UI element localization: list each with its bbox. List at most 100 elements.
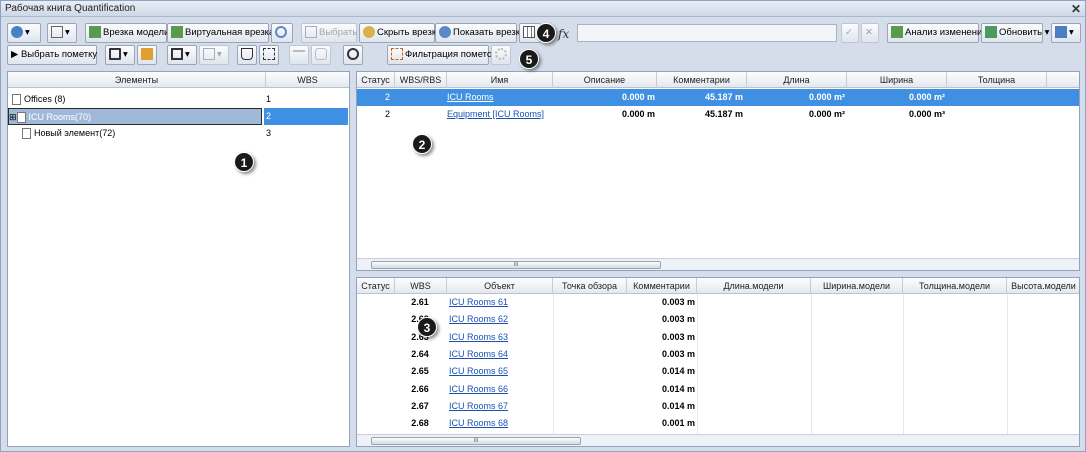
- object-row[interactable]: 2.67 ICU Rooms 67 0.014 m: [357, 398, 1079, 415]
- object-link[interactable]: ICU Rooms 63: [447, 329, 551, 346]
- object-row[interactable]: 2.63 ICU Rooms 63 0.003 m: [357, 329, 1079, 346]
- cancel-formula-button[interactable]: ✕: [861, 23, 879, 43]
- tree-row-wbs: 1: [266, 94, 272, 104]
- callout-badge-4: 4: [536, 23, 556, 43]
- object-link[interactable]: ICU Rooms 64: [447, 346, 551, 363]
- elements-tree-panel: Элементы WBS Offices (8) 1 ⊞ ICU Rooms(70…: [7, 71, 350, 447]
- formula-input[interactable]: [577, 24, 837, 42]
- item-name-link[interactable]: Equipment [ICU Rooms]: [447, 109, 544, 119]
- virtual-takeoff-button[interactable]: Виртуальная врезка ▾: [167, 23, 282, 43]
- model-takeoff-button[interactable]: Врезка модели ▾: [85, 23, 177, 43]
- header-model-width[interactable]: Ширина.модели: [811, 278, 903, 294]
- close-icon[interactable]: ✕: [1071, 1, 1081, 17]
- object-link[interactable]: ICU Rooms 61: [447, 294, 551, 311]
- item-name-link[interactable]: ICU Rooms: [447, 92, 494, 102]
- object-link[interactable]: ICU Rooms 68: [447, 415, 551, 432]
- header-wbs[interactable]: WBS: [395, 278, 447, 294]
- callout-badge-2: 2: [412, 134, 432, 154]
- view-dropdown-button[interactable]: ▾: [47, 23, 77, 43]
- virtual-takeoff-icon: [171, 26, 183, 39]
- select-mark-button[interactable]: ▶ Выбрать пометку: [7, 45, 97, 65]
- items-panel: Статус WBS/RBS Имя Описание Комментарии …: [356, 71, 1080, 271]
- object-comment: 0.003 m: [661, 297, 695, 307]
- object-row[interactable]: 2.66 ICU Rooms 66 0.014 m: [357, 381, 1079, 398]
- header-length[interactable]: Длина: [747, 72, 847, 88]
- header-wbs-rbs[interactable]: WBS/RBS: [395, 72, 447, 88]
- object-row[interactable]: 2.64 ICU Rooms 64 0.003 m: [357, 346, 1079, 363]
- item-name-cell: Equipment [ICU Rooms]: [447, 106, 553, 123]
- filter-settings-button[interactable]: [491, 45, 511, 65]
- object-comment-cell: 0.001 m: [627, 415, 695, 432]
- header-object[interactable]: Объект: [447, 278, 553, 294]
- mark-settings-button[interactable]: [137, 45, 157, 65]
- object-row[interactable]: 2.62ICU Rooms 620.003 m: [357, 311, 1079, 328]
- filter-marks-button[interactable]: Фильтрация пометок: [387, 45, 496, 65]
- refresh-takeoff-button[interactable]: [271, 23, 293, 43]
- mark-tool-dropdown-button[interactable]: ▾: [105, 45, 135, 65]
- update-icon: [985, 26, 997, 39]
- object-row[interactable]: 2.61 ICU Rooms 61 0.003 m: [357, 294, 1079, 311]
- tree-row-selected[interactable]: ⊞ ICU Rooms(70) 2: [8, 108, 349, 125]
- select-box-button[interactable]: [259, 45, 279, 65]
- items-row-selected[interactable]: 2 ICU Rooms 0.000 m 45.187 m 0.000 m² 0.…: [357, 89, 1079, 106]
- export-dropdown-button[interactable]: ▾: [1051, 23, 1081, 43]
- header-thickness[interactable]: Толщина: [947, 72, 1047, 88]
- bucket-icon: [241, 48, 253, 61]
- object-link-cell: ICU Rooms 63: [447, 329, 551, 346]
- accept-formula-button[interactable]: ✓: [841, 23, 859, 43]
- hide-takeoff-button[interactable]: Скрыть врезки: [359, 23, 441, 43]
- object-link[interactable]: ICU Rooms 65: [447, 363, 551, 380]
- show-takeoff-button[interactable]: Показать врезки: [435, 23, 525, 43]
- select-button[interactable]: Выбрать: [301, 23, 357, 43]
- select-icon: [305, 26, 317, 39]
- header-model-height[interactable]: Высота.модели: [1007, 278, 1079, 294]
- shape-icon: [203, 48, 215, 61]
- header-comments[interactable]: Комментарии: [657, 72, 747, 88]
- objects-horizontal-scrollbar[interactable]: III: [357, 434, 1079, 446]
- items-row[interactable]: 2 Equipment [ICU Rooms] 0.000 m 45.187 m…: [357, 106, 1079, 123]
- item-description: 0.000 m: [621, 109, 655, 119]
- item-length: 0.000 m²: [808, 92, 845, 102]
- header-model-thickness[interactable]: Толщина.модели: [903, 278, 1007, 294]
- scroll-thumb[interactable]: III: [371, 437, 581, 445]
- object-comment-cell: 0.014 m: [627, 363, 695, 380]
- header-model-length[interactable]: Длина.модели: [697, 278, 811, 294]
- header-comments[interactable]: Комментарии: [627, 278, 697, 294]
- expand-icon[interactable]: ⊞: [9, 112, 17, 122]
- object-wbs-cell: 2.65: [395, 363, 445, 380]
- object-link-cell: ICU Rooms 61: [447, 294, 551, 311]
- quantification-workbook-window: Рабочая книга Quantification ✕ ▾ ▾ Врезк…: [0, 0, 1086, 452]
- header-status[interactable]: Статус: [357, 278, 395, 294]
- object-link[interactable]: ICU Rooms 66: [447, 381, 551, 398]
- object-comment-cell: 0.003 m: [627, 329, 695, 346]
- header-description[interactable]: Описание: [553, 72, 657, 88]
- object-comment-cell: 0.014 m: [627, 398, 695, 415]
- items-horizontal-scrollbar[interactable]: III: [357, 258, 1079, 270]
- visibility-dropdown-button[interactable]: ▾: [7, 23, 41, 43]
- erase-mark-button[interactable]: [311, 45, 331, 65]
- change-analysis-button[interactable]: Анализ изменений ▾: [887, 23, 995, 43]
- header-status[interactable]: Статус: [357, 72, 395, 88]
- area-tool-dropdown-button[interactable]: ▾: [167, 45, 197, 65]
- header-name[interactable]: Имя: [447, 72, 553, 88]
- undo-mark-button[interactable]: [289, 45, 309, 65]
- fill-tool-button[interactable]: [237, 45, 257, 65]
- scroll-thumb[interactable]: III: [371, 261, 661, 269]
- object-link[interactable]: ICU Rooms 62: [447, 311, 551, 328]
- snap-button[interactable]: [343, 45, 363, 65]
- shape-tool-dropdown-button[interactable]: ▾: [199, 45, 229, 65]
- object-row[interactable]: 2.68 ICU Rooms 68 0.001 m: [357, 415, 1079, 432]
- header-elements[interactable]: Элементы: [8, 72, 266, 88]
- object-comment: 0.003 m: [661, 331, 695, 342]
- analysis-icon: [891, 26, 903, 39]
- tree-row[interactable]: Новый элемент(72) 3: [8, 125, 349, 142]
- object-link[interactable]: ICU Rooms 67: [447, 398, 551, 415]
- header-wbs[interactable]: WBS: [266, 72, 349, 88]
- object-link-cell: ICU Rooms 65: [447, 363, 551, 380]
- object-row[interactable]: 2.65 ICU Rooms 65 0.014 m: [357, 363, 1079, 380]
- object-link-cell: ICU Rooms 64: [447, 346, 551, 363]
- header-width[interactable]: Ширина: [847, 72, 947, 88]
- update-button[interactable]: Обновить ▾: [981, 23, 1049, 43]
- header-viewpoint[interactable]: Точка обзора: [553, 278, 627, 294]
- tree-row[interactable]: Offices (8) 1: [8, 91, 349, 108]
